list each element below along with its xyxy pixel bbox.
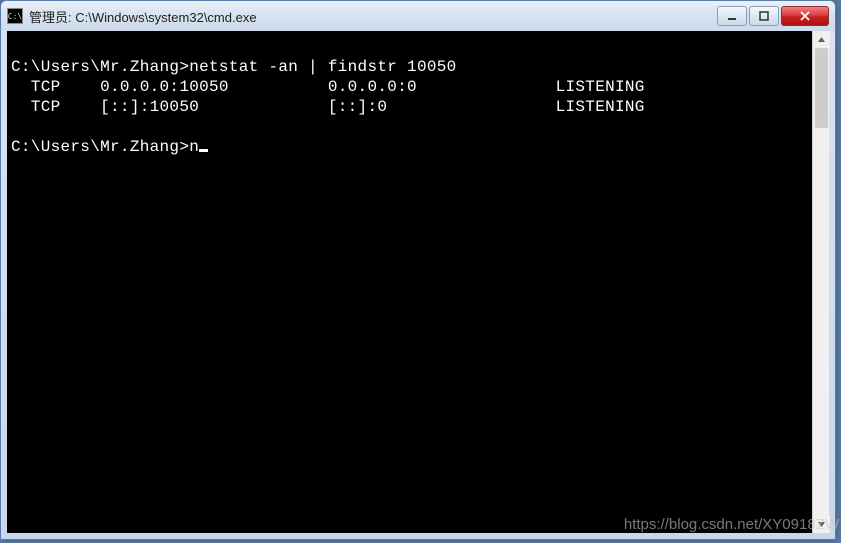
chevron-down-icon — [817, 520, 826, 529]
scroll-down-button[interactable] — [813, 516, 830, 533]
vertical-scrollbar[interactable] — [812, 31, 829, 533]
window-title: 管理员: C:\Windows\system32\cmd.exe — [29, 7, 717, 26]
maximize-icon — [759, 11, 769, 21]
cmd-window: C:\ 管理员: C:\Windows\system32\cmd.exe C:\… — [0, 0, 836, 540]
terminal-line: C:\Users\Mr.Zhang>n — [11, 138, 199, 156]
cmd-icon: C:\ — [7, 8, 23, 24]
chevron-up-icon — [817, 35, 826, 44]
terminal-output[interactable]: C:\Users\Mr.Zhang>netstat -an | findstr … — [7, 31, 812, 533]
close-button[interactable] — [781, 6, 829, 26]
terminal-line: C:\Users\Mr.Zhang>netstat -an | findstr … — [11, 58, 457, 76]
window-controls — [717, 6, 829, 26]
terminal-line: TCP 0.0.0.0:10050 0.0.0.0:0 LISTENING — [11, 78, 645, 96]
terminal-line: TCP [::]:10050 [::]:0 LISTENING — [11, 98, 645, 116]
maximize-button[interactable] — [749, 6, 779, 26]
scroll-up-button[interactable] — [813, 31, 830, 48]
cursor — [199, 149, 208, 152]
close-icon — [799, 11, 811, 21]
client-area: C:\Users\Mr.Zhang>netstat -an | findstr … — [7, 31, 829, 533]
scroll-thumb[interactable] — [815, 48, 828, 128]
minimize-button[interactable] — [717, 6, 747, 26]
minimize-icon — [727, 11, 737, 21]
titlebar[interactable]: C:\ 管理员: C:\Windows\system32\cmd.exe — [1, 1, 835, 31]
